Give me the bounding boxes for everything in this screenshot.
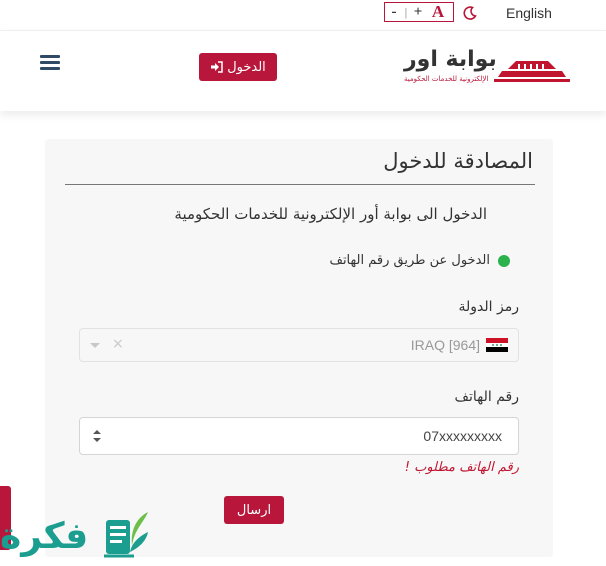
country-selected-value: IRAQ [964] [411,337,508,353]
phone-error-message: رقم الهاتف مطلوب ! [404,460,519,475]
brand-title: بوابة اور [404,47,498,72]
font-reset-button[interactable]: A [427,2,449,22]
iraq-flag-icon [486,338,508,352]
watermark-logo: فكرة [0,504,160,566]
ur-gate-logo-icon [494,61,570,82]
phone-number-value: 07xxxxxxxxx [423,428,502,444]
book-leaf-icon [104,512,148,558]
watermark-text: فكرة [0,516,89,557]
moon-icon[interactable] [462,5,478,21]
title-divider [65,184,535,185]
font-decrease-button[interactable]: - [385,4,403,21]
auth-card: المصادقة للدخول الدخول الى بوابة أور الإ… [45,139,553,557]
brand-subtitle: الإلكترونية للخدمات الحكومية [404,75,489,83]
card-subtitle: الدخول الى بوابة أور الإلكترونية للخدمات… [174,205,487,223]
selected-indicator-icon [498,254,510,267]
chevron-down-icon[interactable] [90,343,100,348]
card-title: المصادقة للدخول [383,149,533,173]
phone-number-label: رقم الهاتف [454,389,519,405]
login-button-label: الدخول [227,59,266,75]
site-header: الدخول بوابة اور الإلكترونية للخدمات الح… [0,30,606,111]
login-method-option[interactable]: الدخول عن طريق رقم الهاتف [329,253,510,268]
send-button[interactable]: ارسال [224,496,284,524]
hamburger-icon[interactable] [40,55,60,71]
number-spinner-icon[interactable] [92,429,102,443]
brand-logo[interactable]: بوابة اور الإلكترونية للخدمات الحكومية [400,47,572,91]
language-link[interactable]: English [506,5,552,21]
phone-number-input[interactable]: 07xxxxxxxxx [79,417,519,455]
country-value-text: IRAQ [964] [410,337,480,353]
country-code-label: رمز الدولة [458,299,519,315]
font-size-controls: - | + A [384,2,454,22]
sign-in-icon [211,61,223,73]
country-code-select[interactable]: IRAQ [964] × [79,328,519,362]
top-utility-bar: - | + A English [0,0,606,30]
font-increase-button[interactable]: + [409,4,427,21]
login-method-label: الدخول عن طريق رقم الهاتف [329,253,490,268]
login-button[interactable]: الدخول [199,53,277,81]
clear-icon[interactable]: × [112,336,124,352]
